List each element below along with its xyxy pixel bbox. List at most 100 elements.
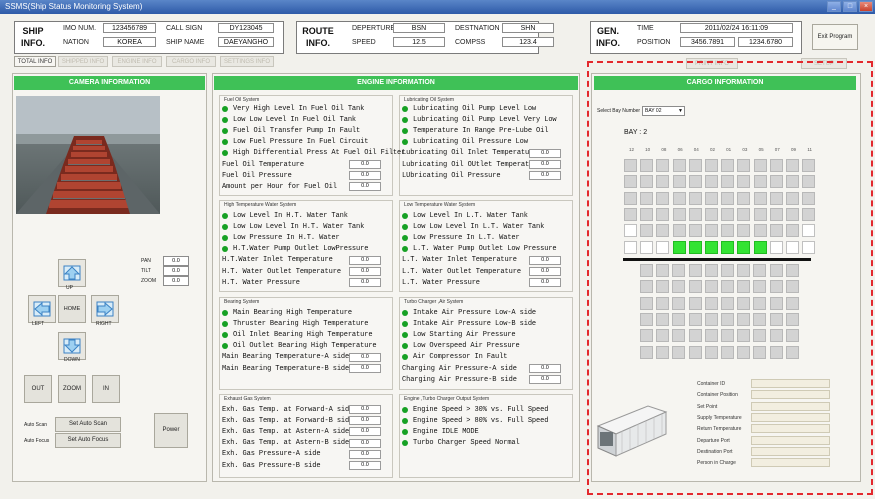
alarm-label: Main Bearing High Temperature: [233, 308, 352, 317]
value-label: Exh. Gas Temp. at Forward-B side: [222, 416, 354, 425]
value-field: 0.0: [349, 278, 381, 288]
indicator-light-icon: [402, 320, 408, 327]
alarm-row: Low Pressure In H.T. Water: [222, 232, 340, 243]
indicator-light-icon: [402, 354, 408, 361]
alarm-label: Low Level In H.T. Water Tank: [233, 211, 348, 220]
speed-field: 12.5: [393, 37, 445, 47]
alarm-label: Low Low Level In L.T. Water Tank: [413, 222, 545, 231]
alarm-label: Low Starting Air Pressure: [413, 330, 516, 339]
gen-info-title: GEN. INFO.: [596, 26, 620, 48]
value-field: 0.0: [349, 352, 381, 362]
value-label: Exh. Gas Temp. at Forward-A side: [222, 405, 354, 414]
alarm-row: High Differential Press At Fuel Oil Filt…: [222, 148, 405, 159]
indicator-light-icon: [222, 309, 228, 316]
alarm-row: Low Overspeed Air Pressure: [402, 341, 520, 352]
close-button[interactable]: ×: [859, 1, 873, 12]
position-label: POSITION: [637, 39, 671, 46]
alarm-row: Low Level In L.T. Water Tank: [402, 210, 528, 221]
tab-shipped-info[interactable]: SHIPPED INFO: [58, 56, 108, 67]
nation-label: NATION: [63, 39, 89, 46]
value-label: Fuel Oil Pressure: [222, 171, 292, 180]
zoom-button[interactable]: ZOOM: [58, 375, 86, 403]
value-field: 0.0: [529, 375, 561, 385]
arrow-left-icon: [33, 301, 51, 317]
exit-program-button[interactable]: Exit Program: [812, 24, 858, 50]
compass-label: COMPSS: [455, 39, 486, 46]
indicator-light-icon: [402, 139, 408, 146]
indicator-light-icon: [402, 105, 408, 112]
value-label: LUbricating Oil Pressure: [402, 171, 501, 180]
value-label: Exh. Gas Pressure-A side: [222, 450, 321, 459]
alarm-label: Turbo Charger Speed Normal: [413, 439, 520, 448]
up-label: UP: [66, 285, 73, 291]
value-label: Main Bearing Temperature-B side: [222, 364, 350, 373]
alarm-row: Intake Air Pressure Low-B side: [402, 318, 536, 329]
cargo-highlight-frame: [587, 61, 873, 495]
zoom-in-button[interactable]: IN: [92, 375, 120, 403]
minimize-button[interactable]: _: [827, 1, 841, 12]
alarm-row: Low Low Level In H.T. Water Tank: [222, 221, 364, 232]
indicator-light-icon: [402, 223, 408, 230]
home-button[interactable]: HOME: [58, 295, 86, 323]
down-label: DOWN: [64, 357, 80, 363]
exhaust-gas-title: Exhaust Gas System: [224, 396, 271, 402]
camera-header: CAMERA INFORMATION: [14, 76, 205, 90]
alarm-label: L.T. Water Pump Outlet Low Pressure: [413, 245, 557, 254]
alarm-label: Thruster Bearing High Temperature: [233, 319, 369, 328]
alarm-row: Thruster Bearing High Temperature: [222, 318, 368, 329]
indicator-light-icon: [402, 246, 408, 253]
value-field: 0.0: [349, 438, 381, 448]
tab-cargo-info[interactable]: CARGO INFO: [166, 56, 216, 67]
set-auto-focus-button[interactable]: Set Auto Focus: [55, 433, 121, 448]
alarm-row: Engine Speed > 30% vs. Full Speed: [402, 404, 548, 415]
tab-total-info[interactable]: TOTAL INFO: [14, 56, 56, 67]
indicator-light-icon: [402, 234, 408, 241]
arrow-up-icon: [63, 265, 81, 281]
camera-view: [16, 96, 160, 214]
window-titlebar: SSMS(Ship Status Monitoring System): [0, 0, 875, 14]
value-field: 0.0: [529, 171, 561, 181]
alarm-label: Low Low Level In Fuel Oil Tank: [233, 115, 357, 124]
indicator-light-icon: [222, 150, 228, 157]
arrow-down-icon: [63, 338, 81, 354]
indicator-light-icon: [222, 320, 228, 327]
maximize-button[interactable]: □: [843, 1, 857, 12]
value-field: 0.0: [349, 416, 381, 426]
indicator-light-icon: [402, 127, 408, 134]
alarm-label: Lubricating Oil Pump Level Low: [413, 104, 537, 113]
indicator-light-icon: [402, 343, 408, 350]
alarm-row: L.T. Water Pump Outlet Low Pressure: [402, 244, 557, 255]
alarm-label: Intake Air Pressure Low-B side: [413, 319, 537, 328]
position-lat-field: 3456.7891: [680, 37, 735, 47]
alarm-row: H.T.Water Pump Outlet LowPressure: [222, 244, 368, 255]
arrow-right-icon: [96, 301, 114, 317]
alarm-row: Engine Speed > 80% vs. Full Speed: [402, 415, 548, 426]
bearing-title: Bearing System: [224, 299, 260, 305]
alarm-row: Low Low Level In L.T. Water Tank: [402, 221, 544, 232]
value-field: 0.0: [349, 160, 381, 169]
alarm-label: Air Compressor In Fault: [413, 353, 508, 362]
value-field: 0.0: [349, 427, 381, 437]
value-label: L.T. Water Pressure: [402, 278, 480, 287]
zoom-out-button[interactable]: OUT: [24, 375, 52, 403]
destination-field: SHN: [502, 23, 554, 33]
shipname-label: SHIP NAME: [166, 39, 205, 46]
alarm-label: Lubricating Oil Pump Level Very Low: [413, 115, 557, 124]
alarm-label: Engine Speed > 30% vs. Full Speed: [413, 405, 549, 414]
set-auto-scan-button[interactable]: Set Auto Scan: [55, 417, 121, 432]
alarm-row: Low Fuel Pressure In Fuel Circuit: [222, 137, 368, 148]
pan-field: 0.0: [163, 256, 189, 266]
value-field: 0.0: [349, 255, 381, 265]
engine-turbo-output-title: Engine ,Turbo Charger Output System: [404, 396, 490, 402]
window-title: SSMS(Ship Status Monitoring System): [5, 2, 143, 11]
tab-settings-info[interactable]: SETTINGS INFO: [220, 56, 274, 67]
alarm-label: Oil Inlet Bearing High Temperature: [233, 330, 373, 339]
value-label: Exh. Gas Pressure-B side: [222, 461, 321, 470]
indicator-light-icon: [402, 428, 408, 435]
indicator-light-icon: [402, 417, 408, 424]
indicator-light-icon: [402, 212, 408, 219]
value-field: 0.0: [529, 255, 561, 265]
power-button[interactable]: Power: [154, 413, 188, 448]
tab-engine-info[interactable]: ENGINE INFO: [112, 56, 162, 67]
value-label: H.T. Water Pressure: [222, 278, 300, 287]
